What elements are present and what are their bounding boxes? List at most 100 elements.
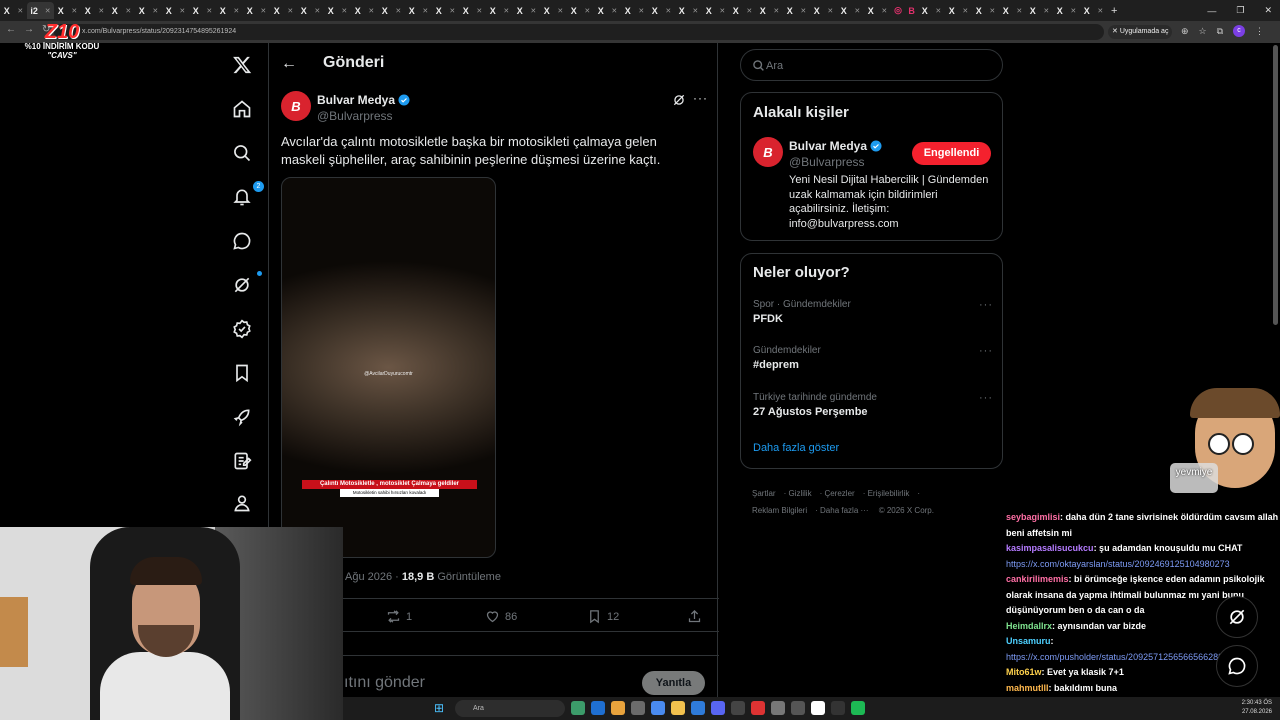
back-arrow-icon[interactable]: ← xyxy=(281,55,297,73)
browser-tab[interactable]: X ✕ xyxy=(459,2,486,19)
tab-close-icon[interactable]: ✕ xyxy=(449,7,455,15)
reply-button[interactable]: Yanıtla xyxy=(642,671,705,695)
footer-link[interactable]: Daha fazla ··· xyxy=(820,506,868,515)
tab-close-icon[interactable]: ✕ xyxy=(98,7,104,15)
browser-tab[interactable]: X ✕ xyxy=(945,2,972,19)
trend-more-icon[interactable]: ··· xyxy=(979,345,993,357)
tab-close-icon[interactable]: ✕ xyxy=(395,7,401,15)
footer-link[interactable]: Çerezler xyxy=(824,489,854,498)
browser-tab[interactable]: X ✕ xyxy=(135,2,162,19)
chrome-icon[interactable] xyxy=(611,701,625,715)
related-name[interactable]: Bulvar Medya xyxy=(789,139,882,153)
tab-close-icon[interactable]: ✕ xyxy=(530,7,536,15)
browser-tab[interactable]: X ✕ xyxy=(54,2,81,19)
tab-close-icon[interactable]: ✕ xyxy=(341,7,347,15)
back-icon[interactable]: ← xyxy=(6,24,16,35)
author-handle[interactable]: @Bulvarpress xyxy=(317,109,393,123)
widgets-icon[interactable] xyxy=(571,701,585,715)
author-avatar[interactable]: B xyxy=(281,91,311,121)
chat-link[interactable]: https://x.com/oktayarslan/status/2092469… xyxy=(1006,559,1230,569)
browser-tab[interactable]: X ✕ xyxy=(189,2,216,19)
tab-close-icon[interactable]: ✕ xyxy=(1016,7,1022,15)
zoom-icon[interactable]: ⊕ xyxy=(1181,26,1189,37)
app-icon[interactable] xyxy=(811,701,825,715)
tab-close-icon[interactable]: ✕ xyxy=(1097,7,1103,15)
tab-close-icon[interactable]: ✕ xyxy=(638,7,644,15)
grok-icon[interactable] xyxy=(232,271,262,295)
browser-tab[interactable]: X ✕ xyxy=(594,2,621,19)
discord-icon[interactable] xyxy=(711,701,725,715)
tab-close-icon[interactable]: ✕ xyxy=(719,7,725,15)
grok-explain-icon[interactable] xyxy=(672,93,686,107)
close-window-icon[interactable]: ✕ xyxy=(1264,5,1272,16)
jobs-rocket-icon[interactable] xyxy=(232,407,252,427)
browser-tab[interactable]: X ✕ xyxy=(513,2,540,19)
url-field[interactable]: x.com/Bulvarpress/status/209231475489526… xyxy=(54,24,1104,40)
tab-close-icon[interactable]: ✕ xyxy=(179,7,185,15)
tab-close-icon[interactable]: ✕ xyxy=(665,7,671,15)
browser-tab[interactable]: X ✕ xyxy=(675,2,702,19)
tab-close-icon[interactable]: ✕ xyxy=(71,7,77,15)
tab-close-icon[interactable]: ✕ xyxy=(206,7,212,15)
tab-close-icon[interactable]: ✕ xyxy=(476,7,482,15)
browser-tab[interactable]: X ✕ xyxy=(405,2,432,19)
chat-username[interactable]: mahmutlll xyxy=(1006,683,1049,693)
tab-close-icon[interactable]: ✕ xyxy=(962,7,968,15)
browser-tab[interactable]: X ✕ xyxy=(486,2,513,19)
tab-close-icon[interactable]: ✕ xyxy=(800,7,806,15)
browser-tab[interactable]: X ✕ xyxy=(297,2,324,19)
reply-placeholder[interactable]: ıtını gönder xyxy=(344,674,425,692)
x-logo-icon[interactable] xyxy=(232,55,252,75)
browser-tab-instagram[interactable]: ◎ B xyxy=(891,2,918,19)
taskbar-search[interactable]: Ara xyxy=(455,700,565,717)
tab-close-icon[interactable]: ✕ xyxy=(233,7,239,15)
tab-close-icon[interactable]: ✕ xyxy=(989,7,995,15)
post-video[interactable]: @AvcilarDuyurucomtr Çalıntı Motosikletle… xyxy=(281,177,496,558)
tab-close-icon[interactable]: ✕ xyxy=(692,7,698,15)
tab-close-icon[interactable]: ✕ xyxy=(854,7,860,15)
messages-floating-button[interactable] xyxy=(1216,645,1258,687)
tab-close-icon[interactable]: ✕ xyxy=(314,7,320,15)
browser-tab[interactable]: X ✕ xyxy=(216,2,243,19)
new-tab-icon[interactable]: + xyxy=(1111,5,1117,17)
app-icon[interactable] xyxy=(751,701,765,715)
browser-tab[interactable]: X ✕ xyxy=(243,2,270,19)
browser-tab[interactable]: X ✕ xyxy=(324,2,351,19)
profile-avatar[interactable]: c xyxy=(1233,25,1245,37)
trend-item[interactable]: Spor · Gündemdekiler PFDK ··· xyxy=(753,299,993,325)
browser-tab[interactable]: X ✕ xyxy=(567,2,594,19)
browser-tab[interactable]: X ✕ xyxy=(432,2,459,19)
blocked-button[interactable]: Engellendi xyxy=(912,142,991,165)
browser-tab[interactable]: X ✕ xyxy=(999,2,1026,19)
verified-premium-icon[interactable] xyxy=(232,319,252,339)
browser-tab[interactable]: X ✕ xyxy=(378,2,405,19)
home-icon[interactable] xyxy=(232,99,252,119)
footer-link[interactable]: Şartlar xyxy=(752,489,776,498)
browser-tab[interactable]: X ✕ xyxy=(0,2,27,19)
browser-tab[interactable]: X ✕ xyxy=(270,2,297,19)
tab-close-icon[interactable]: ✕ xyxy=(45,7,51,15)
footer-link[interactable]: Reklam Bilgileri xyxy=(752,506,807,515)
tab-close-icon[interactable]: ✕ xyxy=(773,7,779,15)
chat-username[interactable]: cankirilimemis xyxy=(1006,574,1069,584)
maximize-icon[interactable]: ❐ xyxy=(1236,5,1244,16)
messages-icon[interactable] xyxy=(232,231,252,251)
file-icon[interactable] xyxy=(631,701,645,715)
browser-tab[interactable]: X ✕ xyxy=(81,2,108,19)
tab-close-icon[interactable]: ✕ xyxy=(584,7,590,15)
tab-close-icon[interactable]: ✕ xyxy=(503,7,509,15)
author-name[interactable]: Bulvar Medya xyxy=(317,93,410,107)
chat-username[interactable]: Heimdallrx xyxy=(1006,621,1052,631)
browser-tab[interactable]: X ✕ xyxy=(918,2,945,19)
tab-close-icon[interactable]: ✕ xyxy=(827,7,833,15)
related-handle[interactable]: @Bulvarpress xyxy=(789,155,865,169)
app-icon[interactable] xyxy=(651,701,665,715)
browser-tab[interactable]: X ✕ xyxy=(1026,2,1053,19)
search-input[interactable] xyxy=(766,57,986,74)
browser-tab[interactable]: X ✕ xyxy=(864,2,891,19)
tab-close-icon[interactable]: ✕ xyxy=(287,7,293,15)
app-icon[interactable] xyxy=(791,701,805,715)
browser-tab[interactable]: X ✕ xyxy=(540,2,567,19)
chrome-menu-icon[interactable]: ⋮ xyxy=(1255,26,1264,37)
extensions-icon[interactable]: ⧉ xyxy=(1217,26,1223,37)
